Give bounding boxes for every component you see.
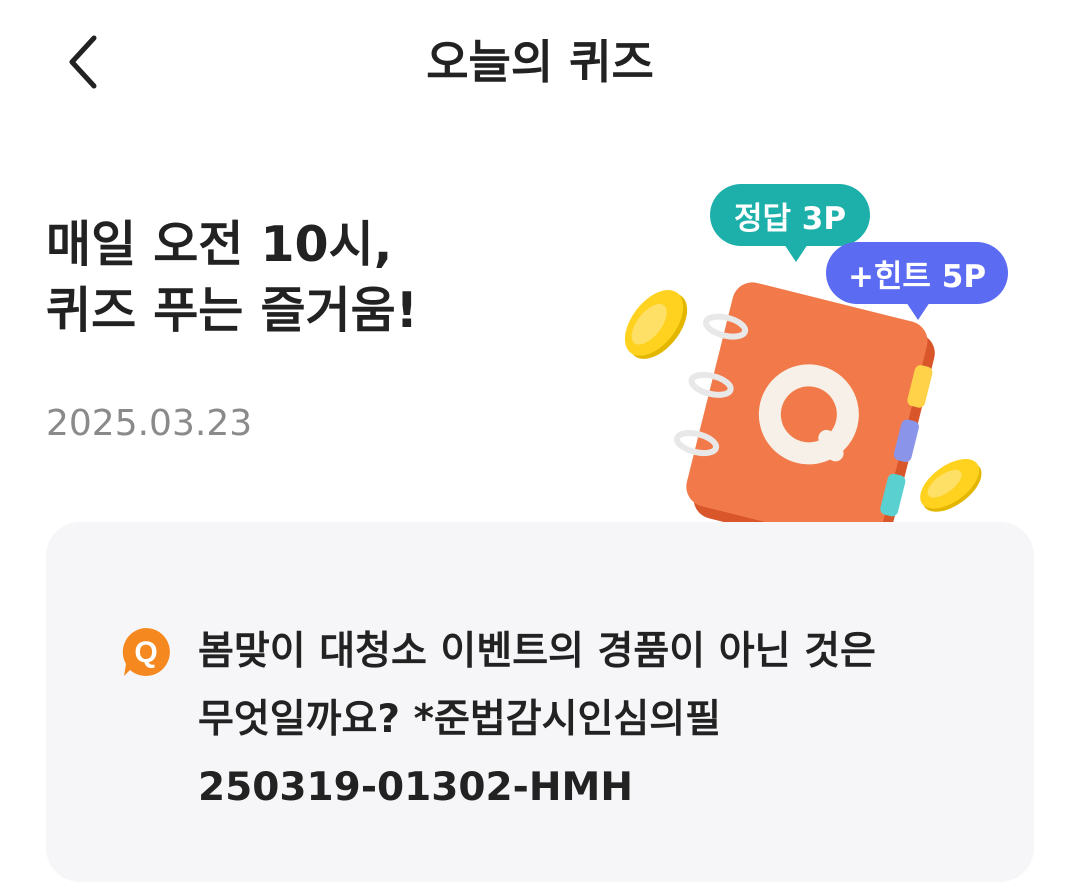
question-icon: Q bbox=[122, 628, 170, 676]
question-text: 봄맞이 대청소 이벤트의 경품이 아닌 것은 무엇일까요? *준법감시인심의필 … bbox=[198, 618, 998, 822]
question-line-3: 250319-01302-HMH bbox=[198, 765, 633, 810]
quiz-date: 2025.03.23 bbox=[46, 403, 253, 444]
headline-line-2: 퀴즈 푸는 즐거움! bbox=[46, 282, 419, 339]
page-title: 오늘의 퀴즈 bbox=[426, 35, 654, 89]
app-header: 오늘의 퀴즈 bbox=[0, 0, 1080, 124]
answer-points-bubble: 정답 3P bbox=[710, 184, 870, 262]
hint-points-bubble: +힌트 5P bbox=[826, 242, 1008, 320]
question-card: Q 봄맞이 대청소 이벤트의 경품이 아닌 것은 무엇일까요? *준법감시인심의… bbox=[46, 522, 1034, 882]
svg-text:Q: Q bbox=[134, 636, 157, 669]
question-line-1: 봄맞이 대청소 이벤트의 경품이 아닌 것은 bbox=[198, 629, 876, 674]
question-line-2: 무엇일까요? *준법감시인심의필 bbox=[198, 697, 722, 742]
headline: 매일 오전 10시, 퀴즈 푸는 즐거움! bbox=[46, 212, 418, 344]
headline-line-1: 매일 오전 10시, bbox=[46, 216, 393, 273]
